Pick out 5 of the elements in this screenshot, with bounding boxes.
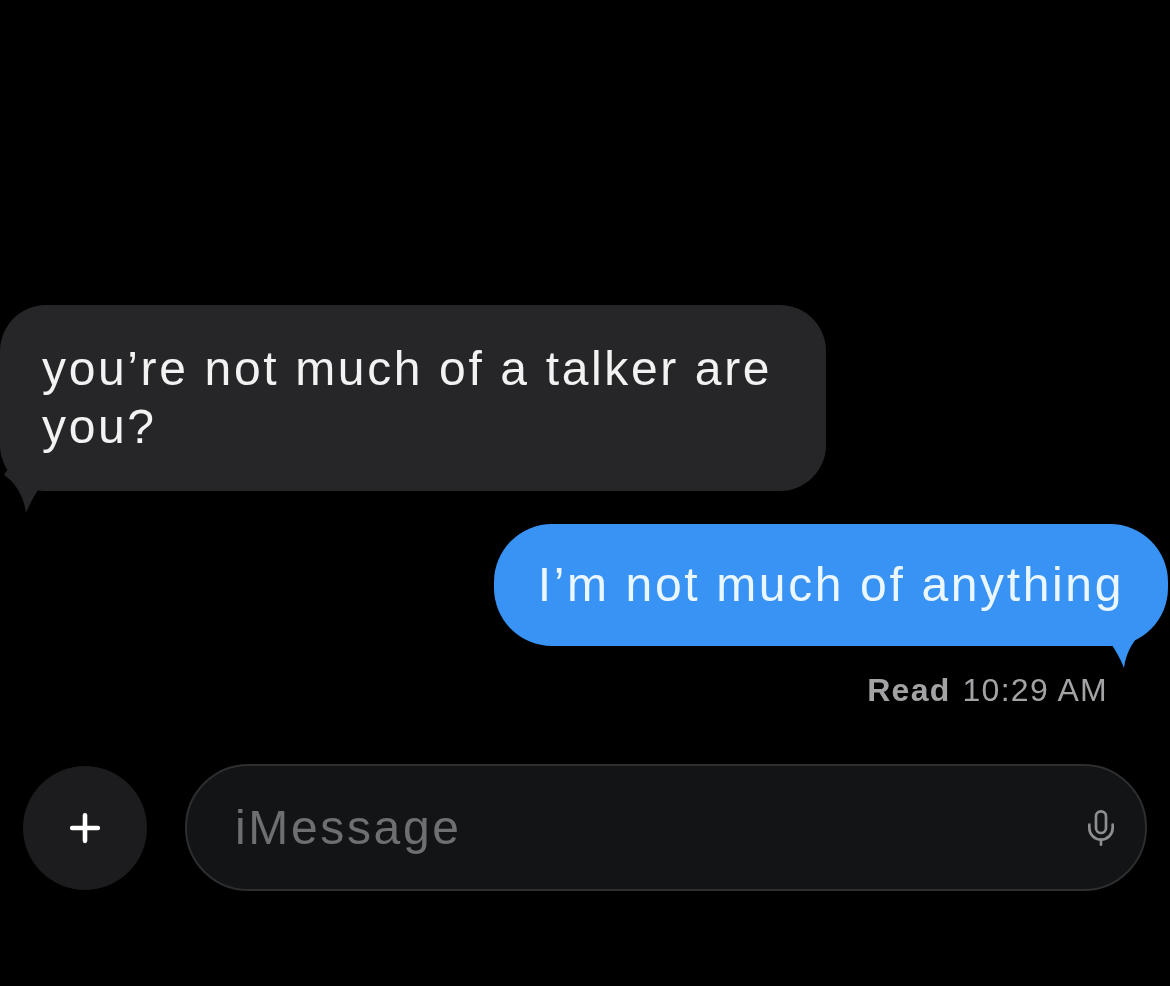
receipt-status: Read: [867, 672, 951, 708]
message-bubble: you’re not much of a talker are you?: [0, 305, 826, 491]
message-input[interactable]: iMessage: [185, 764, 1147, 891]
message-bubble: I’m not much of anything: [493, 524, 1168, 646]
receipt-time: 10:29 AM: [962, 672, 1108, 708]
